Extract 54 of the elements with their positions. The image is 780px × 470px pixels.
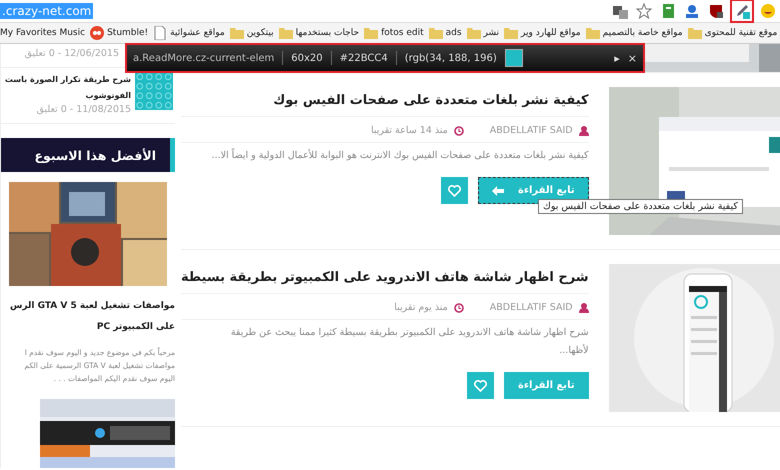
post-date: 11/08/2015 - 0 تعليق (36, 104, 131, 115)
post-excerpt: كيفية نشر بلغات متعددة على صفحات الفيس بوك الانترنت هو البوابة للأعمال الدولية و ايضاً الا... (210, 147, 589, 163)
eyedropper-icon[interactable] (734, 3, 750, 19)
folder-icon (466, 26, 481, 40)
tooltip: كيفية نشر بلغات متعددة على صفحات الفيس بوك (538, 199, 743, 214)
bookmark-link[interactable]: بيتكوين (246, 28, 274, 38)
emoji-icon[interactable] (760, 3, 776, 19)
post-time: منذ يوم تقريبا (394, 302, 448, 313)
hex-value: #22BCC4 (340, 52, 388, 64)
post-title[interactable]: مواصفات تشغيل لعبة GTA V 5 الرس (1, 296, 175, 317)
user-icon (578, 126, 589, 136)
user-badge-icon[interactable] (684, 3, 700, 19)
post-title[interactable]: كيفية نشر بلغات متعددة على صفحات الفيس بوك (181, 93, 589, 117)
folder-icon (278, 26, 293, 40)
bookmark-link[interactable]: Stumble! (107, 28, 148, 38)
post-excerpt: شرح اظهار شاشة هاتف الاندرويد على الكمبيوتر بطريقة بسيطة كثيرا ممنا يبحث عن طريقة لأظها... (230, 326, 589, 358)
folder-icon (504, 26, 518, 40)
page-icon (153, 26, 168, 40)
star-icon[interactable] (636, 3, 652, 19)
book-icon[interactable] (660, 3, 676, 19)
folder-icon (230, 26, 244, 40)
bookmark-link[interactable]: My Favorites Music (0, 28, 86, 38)
bookmark-link[interactable]: fotos edit (381, 28, 424, 38)
folder-icon (428, 26, 443, 40)
arrow-left-icon (492, 186, 504, 196)
clock-icon (454, 302, 464, 312)
post-title[interactable]: شرح اظهار شاشة هاتف الاندرويد على الكمبيوتر بطريقة بسيطة (181, 270, 589, 294)
post-time: منذ 14 ساعة تقريبا (370, 125, 448, 136)
post-title[interactable]: شرح طريقة تكرار الصورة باست (4, 72, 131, 88)
rgb-value: (rgb(34, 188, 196) (404, 52, 497, 64)
clock-icon (454, 126, 464, 136)
folder-icon (688, 26, 702, 40)
bookmark-link[interactable]: مواقع خاصة بالتصميم (602, 28, 683, 38)
user-icon (578, 302, 589, 312)
folder-icon (364, 26, 378, 40)
folder-icon (586, 26, 600, 40)
bookmark-link[interactable]: حاجات بستخدمها (296, 28, 360, 38)
bookmark-link[interactable]: موقع تقنية للمحتوى (704, 28, 778, 38)
shield-icon[interactable] (708, 3, 724, 19)
widget-title: الأفضل هذا الاسبوع (1, 138, 175, 172)
post-title[interactable]: الفوتوشوب (86, 88, 131, 104)
bookmark-link[interactable]: مواقع عشوائية (170, 28, 225, 38)
bookmark-link[interactable]: مواقع للهارد وير (521, 28, 581, 38)
heart-icon (448, 184, 461, 196)
element-selector: a.ReadMore.cz-current-elem (133, 52, 274, 64)
element-size: 60x20 (291, 52, 323, 64)
next-button[interactable]: ▸ (614, 52, 620, 64)
close-button[interactable]: × (628, 52, 637, 64)
bookmark-link[interactable]: نشر (484, 28, 500, 38)
heart-icon (474, 380, 487, 392)
post-title[interactable]: على الكمبيوتر PC (1, 317, 175, 338)
post-date: 12/06/2015 - 0 تعليق (24, 48, 119, 59)
bookmark-link[interactable]: ads (446, 28, 462, 38)
stumble-icon (90, 26, 104, 40)
